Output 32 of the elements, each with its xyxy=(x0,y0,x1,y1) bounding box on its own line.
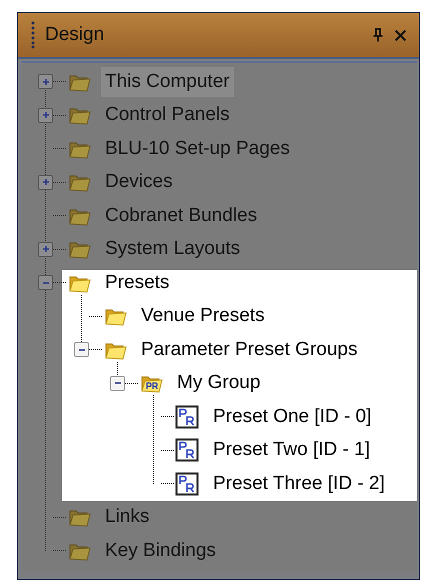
expand-button[interactable] xyxy=(38,74,53,90)
plus-icon xyxy=(40,110,50,120)
tree-item[interactable]: Parameter Preset Groups xyxy=(137,334,362,365)
pin-icon[interactable] xyxy=(372,28,384,42)
tree-item[interactable]: Presets xyxy=(101,268,174,298)
preset-icon xyxy=(175,404,199,429)
tree-item[interactable]: Devices xyxy=(101,167,177,198)
preset-icon xyxy=(175,472,199,496)
panel-title: Design xyxy=(45,24,106,46)
tree-item[interactable]: Preset Two [ID - 1] xyxy=(209,435,374,466)
plus-icon xyxy=(40,244,50,254)
tree-item[interactable]: Preset Three [ID - 2] xyxy=(209,468,389,499)
grip-icon xyxy=(31,21,35,49)
collapse-button[interactable] xyxy=(74,342,89,358)
tree-item[interactable]: My Group xyxy=(173,368,264,398)
close-icon[interactable] xyxy=(394,28,407,42)
tree-item[interactable]: System Layouts xyxy=(101,234,244,264)
preset-icon xyxy=(175,438,199,462)
expand-button[interactable] xyxy=(38,108,53,123)
tree-item[interactable]: Control Panels xyxy=(101,100,234,130)
tree-item[interactable]: Preset One [ID - 0] xyxy=(209,402,376,432)
expand-button[interactable] xyxy=(38,174,53,190)
tree-item[interactable]: Venue Presets xyxy=(137,301,269,332)
tree-item[interactable]: Key Bindings xyxy=(101,536,220,566)
collapse-button[interactable] xyxy=(110,376,125,391)
expand-button[interactable] xyxy=(38,242,53,257)
tree-item[interactable]: BLU-10 Set-up Pages xyxy=(101,134,294,164)
plus-icon xyxy=(40,177,50,188)
tree-item[interactable]: Links xyxy=(101,502,154,532)
tree-item[interactable]: Cobranet Bundles xyxy=(101,200,262,231)
plus-icon xyxy=(40,76,50,87)
tree-item[interactable]: This Computer xyxy=(101,66,234,97)
